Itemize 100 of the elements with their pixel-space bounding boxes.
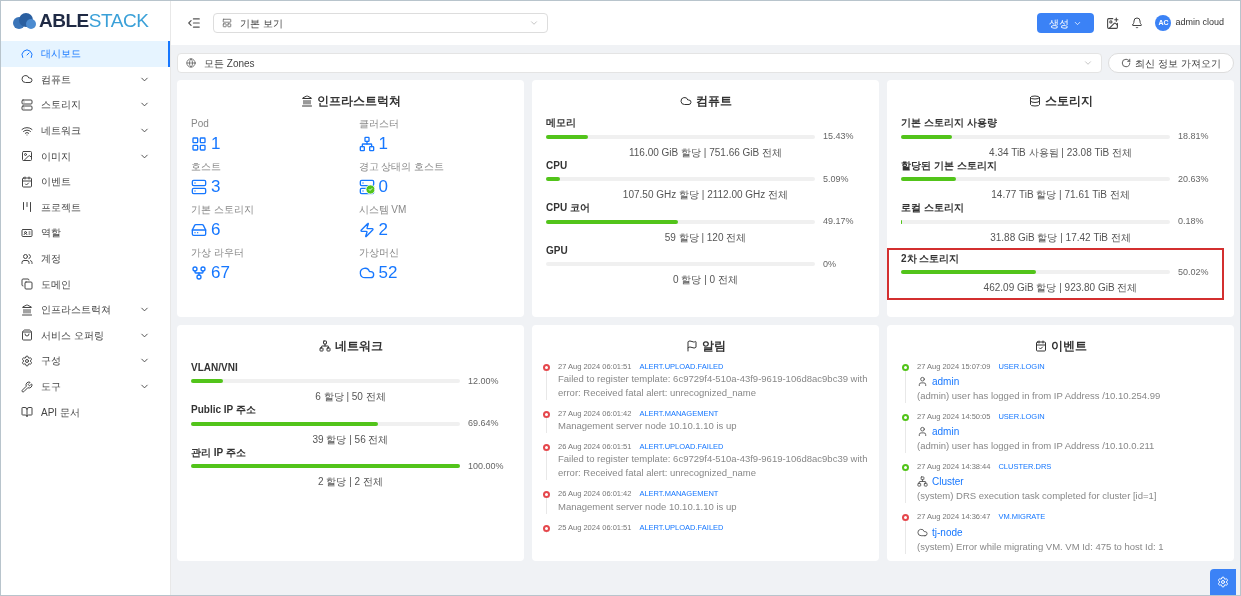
usage-detail: 6 할당 | 50 전체	[315, 390, 386, 403]
stat-label: 클러스터	[358, 117, 400, 131]
metric-label: GPU	[546, 243, 569, 258]
metric-label: 로컬 스토리지	[901, 201, 965, 215]
server-icon	[191, 179, 207, 195]
percent-text: 20.63%	[1178, 172, 1210, 186]
usage-detail: 2 할당 | 2 전체	[318, 475, 383, 488]
message-text: (system) DRS execution task completed for cluster [id=1]	[917, 489, 1158, 504]
percent-text: 0%	[823, 257, 837, 271]
card-title: 스토리지	[1044, 93, 1093, 110]
sidebar-item[interactable]: 프로젝트	[1, 194, 170, 221]
brand-text: STACK	[88, 8, 149, 33]
metric-label: Public IP 주소	[191, 403, 257, 417]
resource-link[interactable]: admin	[932, 373, 960, 389]
menu-icon[interactable]	[187, 16, 201, 30]
view-select[interactable]: 기본 보기	[213, 13, 548, 33]
sidebar-item[interactable]: API 문서	[1, 399, 170, 425]
stat-value: 2	[378, 219, 388, 242]
copy-icon	[21, 278, 33, 291]
sidebar-item[interactable]: 컴퓨트	[1, 66, 170, 93]
stat-value: 1	[378, 133, 388, 156]
calendar-icon	[21, 175, 33, 188]
card-title: 컴퓨트	[695, 93, 732, 110]
sidebar-item[interactable]: 이벤트	[1, 168, 170, 195]
message-text: Management server node 10.10.1.10 is up	[558, 419, 738, 433]
refresh-icon	[1121, 58, 1132, 68]
sidebar-item[interactable]: 도구	[1, 373, 170, 400]
sidebar-item[interactable]: 스토리지	[1, 92, 170, 118]
sidebar-item[interactable]: 계정	[1, 245, 170, 272]
stat-value: 67	[211, 262, 230, 285]
bell-icon[interactable]	[1131, 17, 1144, 29]
zone-select[interactable]: 모든 Zones	[177, 53, 1103, 73]
id-card-icon	[21, 226, 33, 239]
card-title: 알림	[701, 337, 726, 355]
user-icon	[917, 375, 928, 387]
usage-detail: 107.50 GHz 할당 | 2112.00 GHz 전체	[622, 188, 789, 201]
metric-label: 2차 스토리지	[901, 251, 961, 266]
bag-icon	[21, 329, 33, 342]
usage-detail: 14.77 TiB 할당 | 71.61 TiB 전체	[991, 188, 1130, 201]
book-icon	[21, 406, 33, 419]
percent-text: 0.18%	[1178, 215, 1205, 228]
bank-icon	[21, 303, 33, 316]
usage-detail: 4.34 TiB 사용됨 | 23.08 TiB 전체	[989, 145, 1132, 159]
percent-text: 12.00%	[468, 374, 500, 388]
metric-label: CPU	[546, 158, 569, 173]
image-add-icon[interactable]	[1106, 16, 1120, 30]
network-icon	[318, 339, 331, 352]
percent-text: 15.43%	[823, 130, 855, 143]
cloud-icon	[21, 73, 33, 86]
metric-label: CPU 코어	[546, 201, 591, 215]
metric-label: 기본 스토리지 사용량	[901, 116, 998, 130]
metric-label: 할당된 기본 스토리지	[901, 158, 998, 173]
refresh-button[interactable]: 최신 정보 가져오기	[1108, 53, 1234, 73]
storage-icon	[1028, 95, 1041, 107]
user-name: admin cloud	[1175, 16, 1224, 30]
sidebar-item[interactable]: 서비스 오퍼링	[1, 322, 170, 349]
stat-value: 0	[378, 176, 388, 199]
percent-text: 50.02%	[1178, 265, 1210, 279]
sidebar-item[interactable]: 역할	[1, 220, 170, 246]
wrench-icon	[21, 380, 33, 393]
message-text: (admin) user has logged in from IP Address /10.10.254.99	[917, 388, 1162, 403]
sidebar-item[interactable]: 구성	[1, 348, 170, 374]
grid-icon	[191, 136, 207, 152]
resource-link[interactable]: admin	[932, 424, 960, 439]
network-icon	[917, 476, 928, 488]
lightning-icon	[358, 222, 375, 238]
metric-label: VLAN/VNI	[191, 360, 239, 375]
percent-text: 49.17%	[823, 215, 855, 228]
server-icon	[21, 99, 33, 111]
message-text: (admin) user has logged in from IP Address /10.10.0.211	[917, 439, 1156, 453]
chevron-icon	[529, 18, 539, 28]
percent-text: 18.81%	[1178, 130, 1210, 143]
brand-text: ABLE	[39, 8, 89, 33]
cloud-icon	[679, 95, 692, 107]
sidebar-item[interactable]: 이미지	[1, 143, 170, 169]
stat-label: 호스트	[191, 160, 222, 174]
chevron-icon	[1083, 58, 1094, 68]
percent-text: 5.09%	[823, 172, 850, 186]
sidebar-item[interactable]: 네트워크	[1, 117, 170, 144]
message-text: Failed to register template: 6c9729f4-510a-43f9-9619-106d8ac9bc39 with error: Received fatal alert: unrecognized_name	[558, 452, 869, 481]
stat-value: 6	[211, 219, 221, 242]
sidebar-item[interactable]: 도메인	[1, 271, 170, 297]
sidebar-item[interactable]: 인프라스트럭쳐	[1, 296, 170, 323]
card-title: 이벤트	[1050, 337, 1087, 355]
resource-link[interactable]: tj-node	[932, 524, 963, 540]
cloud-logo-icon	[11, 13, 37, 29]
sidebar-item[interactable]: 대시보드	[1, 41, 170, 67]
usage-detail: 31.88 GiB 할당 | 17.42 TiB 전체	[990, 230, 1131, 244]
cloud-icon	[917, 526, 928, 538]
stat-label: Pod	[191, 117, 210, 131]
message-text: Failed to register template: 6c9729f4-510a-43f9-9619-106d8ac9bc39 with error: Received fatal alert: unrecognized_name	[558, 371, 869, 400]
create-button[interactable]: 생성	[1037, 13, 1095, 33]
wifi-icon	[21, 124, 33, 137]
settings-button[interactable]	[1210, 569, 1236, 595]
stat-label: 기본 스토리지	[191, 203, 255, 217]
resource-link[interactable]: Cluster	[932, 474, 964, 490]
flag-icon	[685, 339, 698, 352]
bank-icon	[300, 95, 313, 107]
server-check-icon	[358, 179, 375, 195]
usage-detail: 116.00 GiB 할당 | 751.66 GiB 전체	[628, 145, 782, 159]
